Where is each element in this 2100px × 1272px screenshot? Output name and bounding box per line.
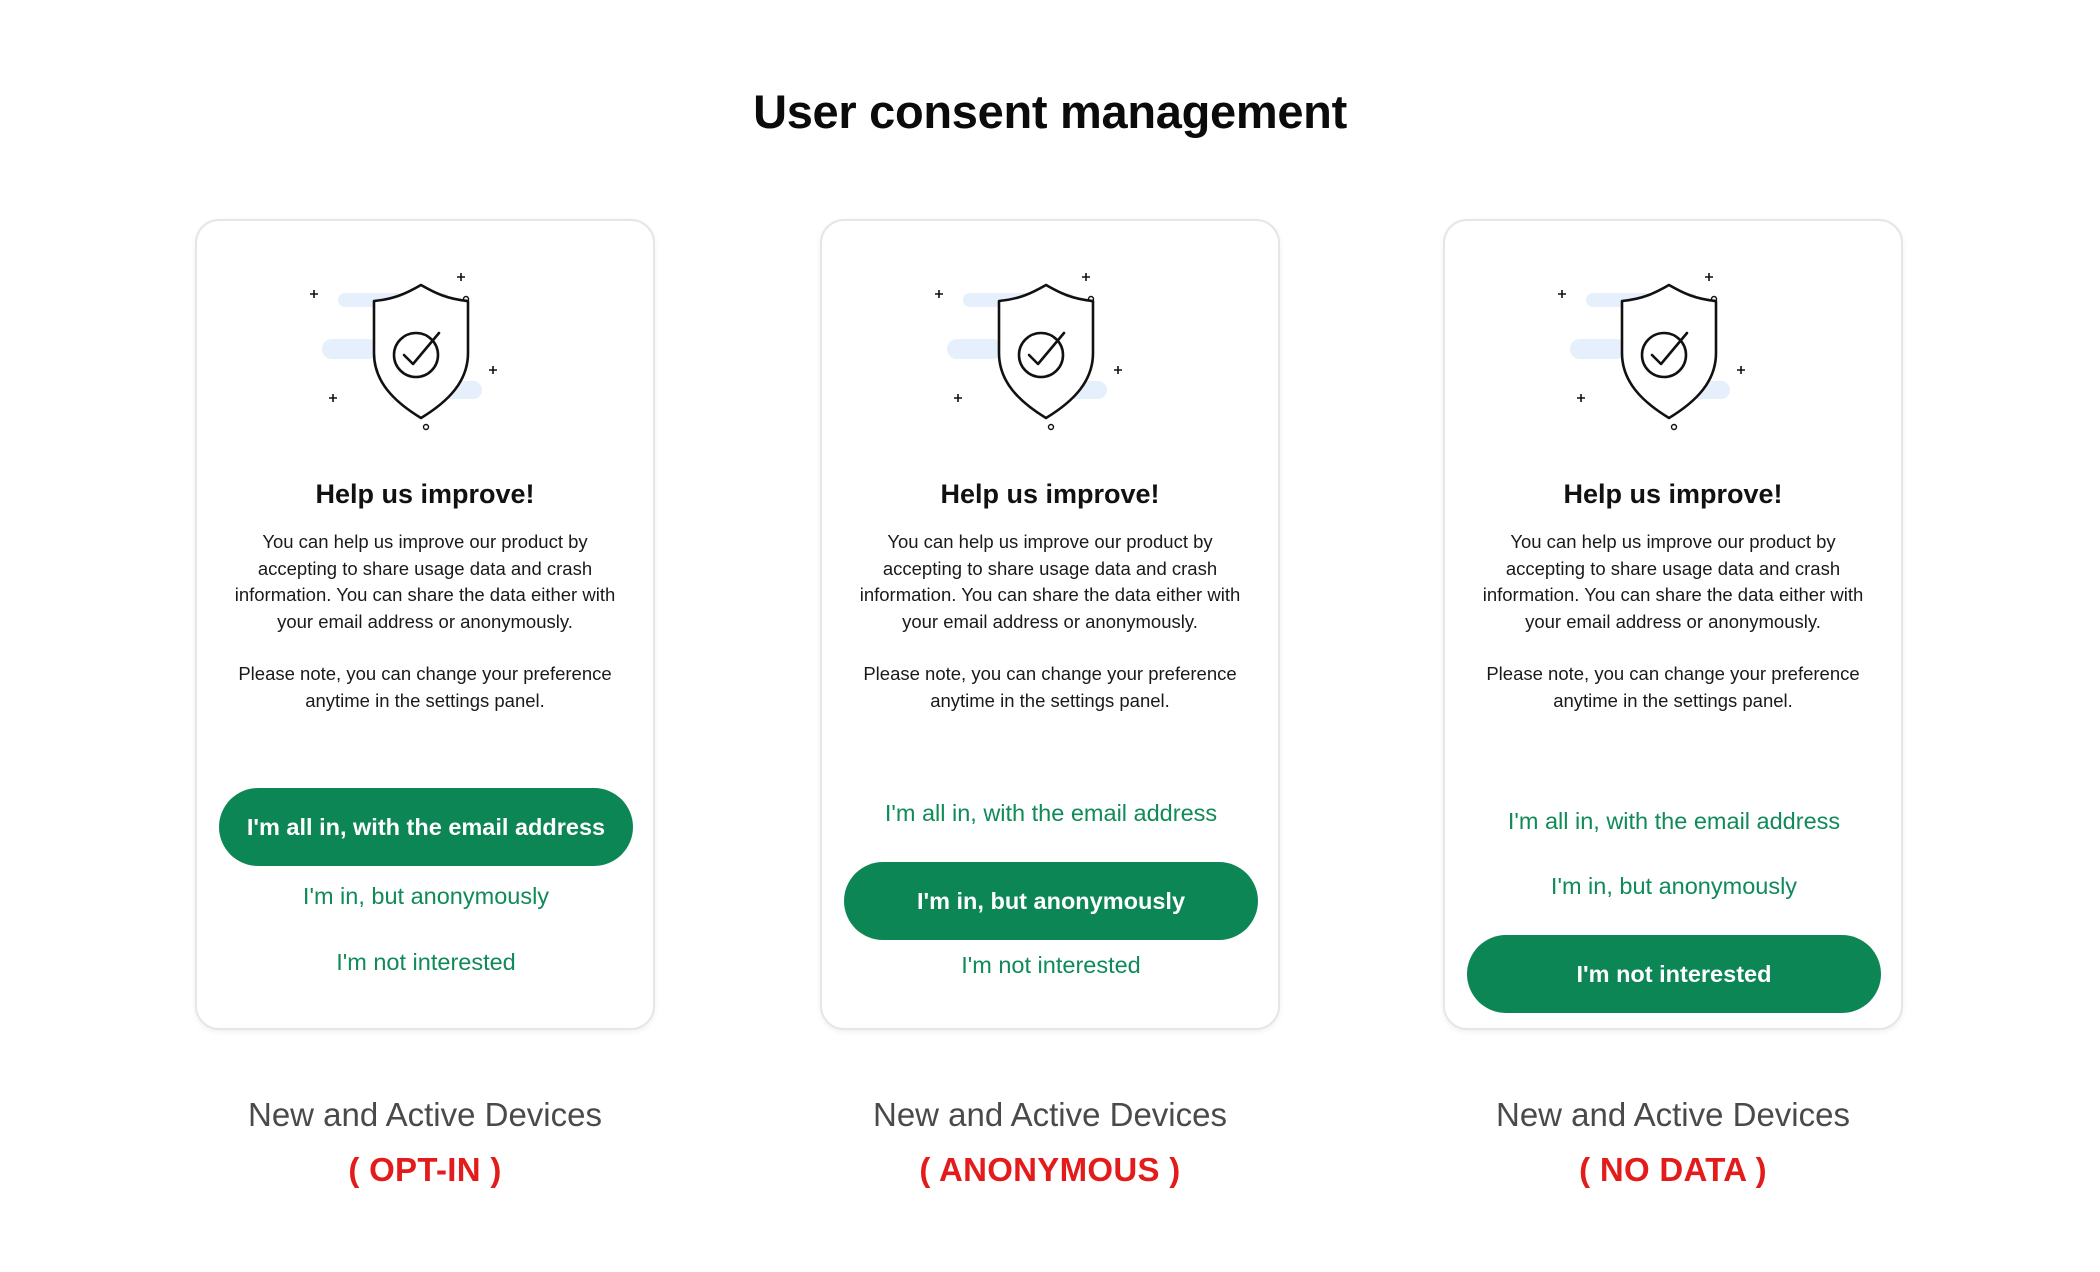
page-title: User consent management bbox=[753, 85, 1347, 138]
opt-in-anonymous-link[interactable]: I'm in, but anonymously bbox=[1467, 847, 1881, 925]
shield-check-icon bbox=[932, 273, 1172, 433]
card-heading: Help us improve! bbox=[940, 479, 1160, 509]
card-description: You can help us improve our product by a… bbox=[1482, 531, 1864, 632]
consent-card-anonymous: Help us improve! You can help us improve… bbox=[820, 219, 1280, 1030]
not-interested-button[interactable]: I'm not interested bbox=[1467, 935, 1881, 1013]
shield-check-icon bbox=[1555, 273, 1795, 433]
opt-in-email-button[interactable]: I'm all in, with the email address bbox=[219, 788, 633, 866]
not-interested-link[interactable]: I'm not interested bbox=[844, 926, 1258, 1004]
card-heading: Help us improve! bbox=[315, 479, 535, 509]
device-caption: New and Active Devices bbox=[873, 1096, 1227, 1133]
card-note: Please note, you can change your prefere… bbox=[1486, 663, 1860, 711]
device-caption: New and Active Devices bbox=[1496, 1096, 1850, 1133]
not-interested-link[interactable]: I'm not interested bbox=[219, 923, 633, 1001]
consent-status-label: ( OPT-IN ) bbox=[348, 1151, 502, 1188]
shield-check-icon bbox=[307, 273, 547, 433]
consent-status-label: ( NO DATA ) bbox=[1579, 1151, 1767, 1188]
card-note: Please note, you can change your prefere… bbox=[863, 663, 1237, 711]
card-note: Please note, you can change your prefere… bbox=[238, 663, 612, 711]
card-description: You can help us improve our product by a… bbox=[859, 531, 1241, 632]
card-description: You can help us improve our product by a… bbox=[234, 531, 616, 632]
consent-card-no-data: Help us improve! You can help us improve… bbox=[1443, 219, 1903, 1030]
opt-in-email-link[interactable]: I'm all in, with the email address bbox=[844, 774, 1258, 852]
device-caption: New and Active Devices bbox=[248, 1096, 602, 1133]
consent-status-label: ( ANONYMOUS ) bbox=[919, 1151, 1181, 1188]
card-heading: Help us improve! bbox=[1563, 479, 1783, 509]
consent-card-opt-in: Help us improve! You can help us improve… bbox=[195, 219, 655, 1030]
